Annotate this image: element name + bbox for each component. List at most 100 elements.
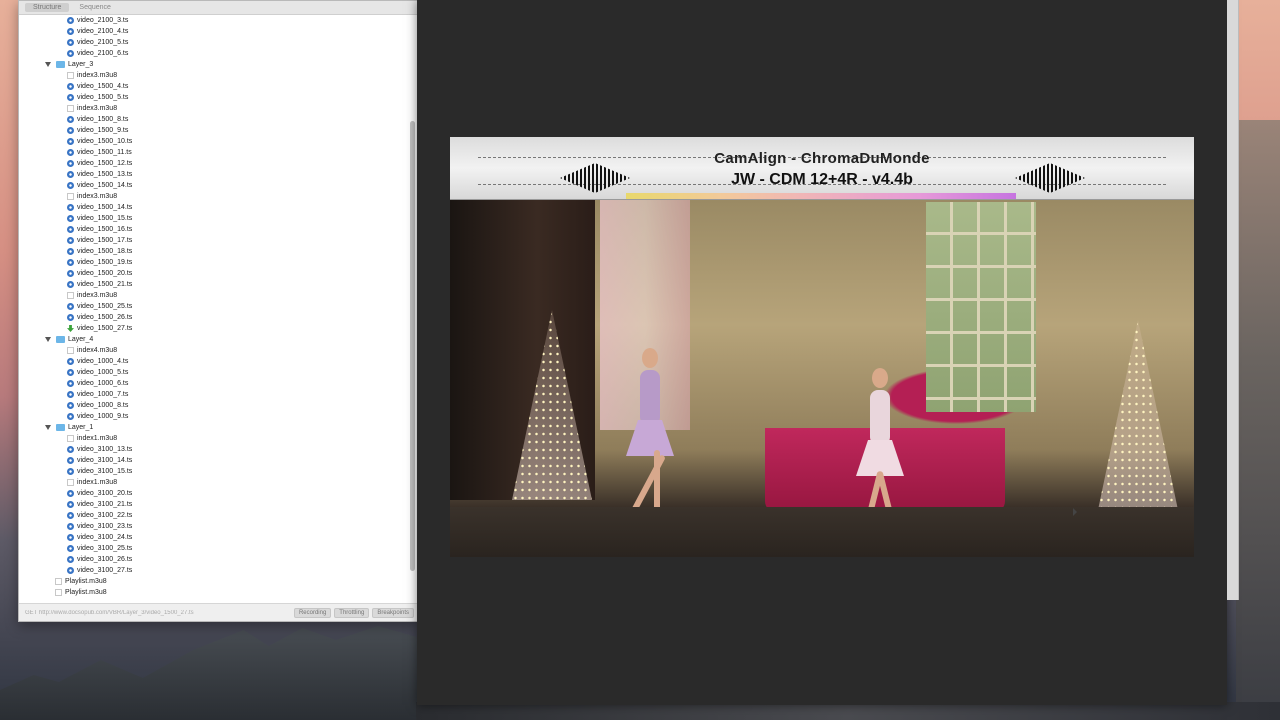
tree-item[interactable]: video_1500_18.ts [19, 246, 407, 257]
tree-item[interactable]: video_3100_13.ts [19, 444, 407, 455]
m3u8-file-icon [67, 292, 74, 299]
camalign-chart: CamAlign - ChromaDuMonde JW - CDM 12+4R … [450, 137, 1194, 200]
mouse-cursor-icon [1073, 508, 1077, 516]
tree-folder[interactable]: Layer_1 [19, 422, 407, 433]
ts-file-icon [67, 182, 74, 189]
tree-item[interactable]: video_3100_25.ts [19, 543, 407, 554]
tree-item-label: video_1500_11.ts [77, 149, 132, 156]
disclosure-triangle-icon[interactable] [45, 62, 51, 67]
ts-file-icon [67, 490, 74, 497]
tree-item[interactable]: video_1500_25.ts [19, 301, 407, 312]
m3u8-file-icon [67, 479, 74, 486]
ts-file-icon [67, 50, 74, 57]
tree-item[interactable]: video_1500_14.ts [19, 180, 407, 191]
recording-button[interactable]: Recording [293, 607, 332, 618]
tree-item[interactable]: index1.m3u8 [19, 477, 407, 488]
tree-item-label: video_1000_5.ts [77, 369, 129, 376]
tree-item[interactable]: video_2100_4.ts [19, 26, 407, 37]
ts-file-icon [67, 138, 74, 145]
tree-item-label: Playlist.m3u8 [65, 589, 107, 596]
tree-item[interactable]: video_3100_27.ts [19, 565, 407, 576]
tree-item[interactable]: video_1500_19.ts [19, 257, 407, 268]
tree-item[interactable]: video_1500_8.ts [19, 114, 407, 125]
tree-item-label: video_3100_24.ts [77, 534, 133, 541]
tree-item[interactable]: index3.m3u8 [19, 70, 407, 81]
tree-item[interactable]: index1.m3u8 [19, 433, 407, 444]
backdrop-window [926, 202, 1036, 412]
ts-file-icon [67, 39, 74, 46]
tree-item[interactable]: video_1500_16.ts [19, 224, 407, 235]
tree-item-label: video_1500_26.ts [77, 314, 133, 321]
tree-item[interactable]: Playlist.m3u8 [19, 576, 407, 587]
tree-item[interactable]: index3.m3u8 [19, 290, 407, 301]
tree-item[interactable]: video_1000_4.ts [19, 356, 407, 367]
tree-item[interactable]: video_1500_21.ts [19, 279, 407, 290]
status-text: GET http://www.docsopub.com/VBR/Layer_3/… [25, 609, 194, 616]
tree-folder[interactable]: Layer_3 [19, 59, 407, 70]
tree-item[interactable]: video_1500_10.ts [19, 136, 407, 147]
tree-item[interactable]: video_2100_6.ts [19, 48, 407, 59]
tree-item[interactable]: video_3100_20.ts [19, 488, 407, 499]
tree-item-label: video_2100_5.ts [77, 39, 129, 46]
tree-item[interactable]: video_3100_22.ts [19, 510, 407, 521]
tree-item[interactable]: video_1500_17.ts [19, 235, 407, 246]
tree-item-label: video_1500_16.ts [77, 226, 133, 233]
tree-item[interactable]: video_1500_13.ts [19, 169, 407, 180]
tab-sequence[interactable]: Sequence [71, 3, 119, 12]
tree-item[interactable]: index3.m3u8 [19, 103, 407, 114]
tree-item[interactable]: video_1500_12.ts [19, 158, 407, 169]
tree-item-label: index1.m3u8 [77, 479, 118, 486]
tree-item-label: video_1000_8.ts [77, 402, 129, 409]
tree-item-label: video_1500_5.ts [77, 94, 129, 101]
tree-item[interactable]: video_1000_9.ts [19, 411, 407, 422]
tree-item[interactable]: video_1500_11.ts [19, 147, 407, 158]
tree-folder[interactable]: Layer_4 [19, 334, 407, 345]
tree-item-label: video_1500_18.ts [77, 248, 133, 255]
tree-item-label: video_3100_20.ts [77, 490, 133, 497]
disclosure-triangle-icon[interactable] [45, 425, 51, 430]
ts-file-icon [67, 567, 74, 574]
ts-file-icon [67, 303, 74, 310]
tree-item[interactable]: video_1500_15.ts [19, 213, 407, 224]
ts-file-icon [67, 402, 74, 409]
tree-item[interactable]: video_1000_8.ts [19, 400, 407, 411]
tree-item[interactable]: video_1500_5.ts [19, 92, 407, 103]
tree-item[interactable]: video_2100_5.ts [19, 37, 407, 48]
tree-item[interactable]: index4.m3u8 [19, 345, 407, 356]
tree-item-label: video_1500_12.ts [77, 160, 133, 167]
tree-item-label: video_1500_4.ts [77, 83, 129, 90]
ts-file-icon [67, 446, 74, 453]
tree-scrollbar[interactable] [410, 121, 415, 571]
tree-item[interactable]: video_3100_24.ts [19, 532, 407, 543]
tree-item-label: video_1500_21.ts [77, 281, 133, 288]
tree-item[interactable]: video_3100_23.ts [19, 521, 407, 532]
tree-item[interactable]: Playlist.m3u8 [19, 587, 407, 598]
tree-item[interactable]: video_1500_9.ts [19, 125, 407, 136]
ts-file-icon [67, 534, 74, 541]
tree-item-label: video_1000_9.ts [77, 413, 129, 420]
video-frame[interactable]: CamAlign - ChromaDuMonde JW - CDM 12+4R … [450, 137, 1194, 557]
tree-item-label: video_3100_23.ts [77, 523, 133, 530]
tree-item[interactable]: video_3100_15.ts [19, 466, 407, 477]
tree-item[interactable]: index3.m3u8 [19, 191, 407, 202]
tree-item-label: video_1500_25.ts [77, 303, 133, 310]
tree-item[interactable]: video_1000_7.ts [19, 389, 407, 400]
throttling-button[interactable]: Throttling [334, 607, 370, 618]
tree-item[interactable]: video_3100_26.ts [19, 554, 407, 565]
tree-item[interactable]: video_3100_21.ts [19, 499, 407, 510]
tree-item[interactable]: video_1500_20.ts [19, 268, 407, 279]
breakpoints-button[interactable]: Breakpoints [372, 607, 414, 618]
tree-item[interactable]: video_1500_14.ts [19, 202, 407, 213]
tree-item[interactable]: video_2100_3.ts [19, 15, 407, 26]
tree-item-label: video_2100_6.ts [77, 50, 129, 57]
tree-item[interactable]: video_1000_6.ts [19, 378, 407, 389]
ts-file-icon [67, 457, 74, 464]
tab-structure[interactable]: Structure [25, 3, 70, 12]
disclosure-triangle-icon[interactable] [45, 337, 51, 342]
tree-item[interactable]: video_1500_27.ts [19, 323, 407, 334]
ts-file-icon [67, 28, 74, 35]
tree-item[interactable]: video_1500_26.ts [19, 312, 407, 323]
tree-item[interactable]: video_1500_4.ts [19, 81, 407, 92]
tree-item[interactable]: video_1000_5.ts [19, 367, 407, 378]
tree-item[interactable]: video_3100_14.ts [19, 455, 407, 466]
